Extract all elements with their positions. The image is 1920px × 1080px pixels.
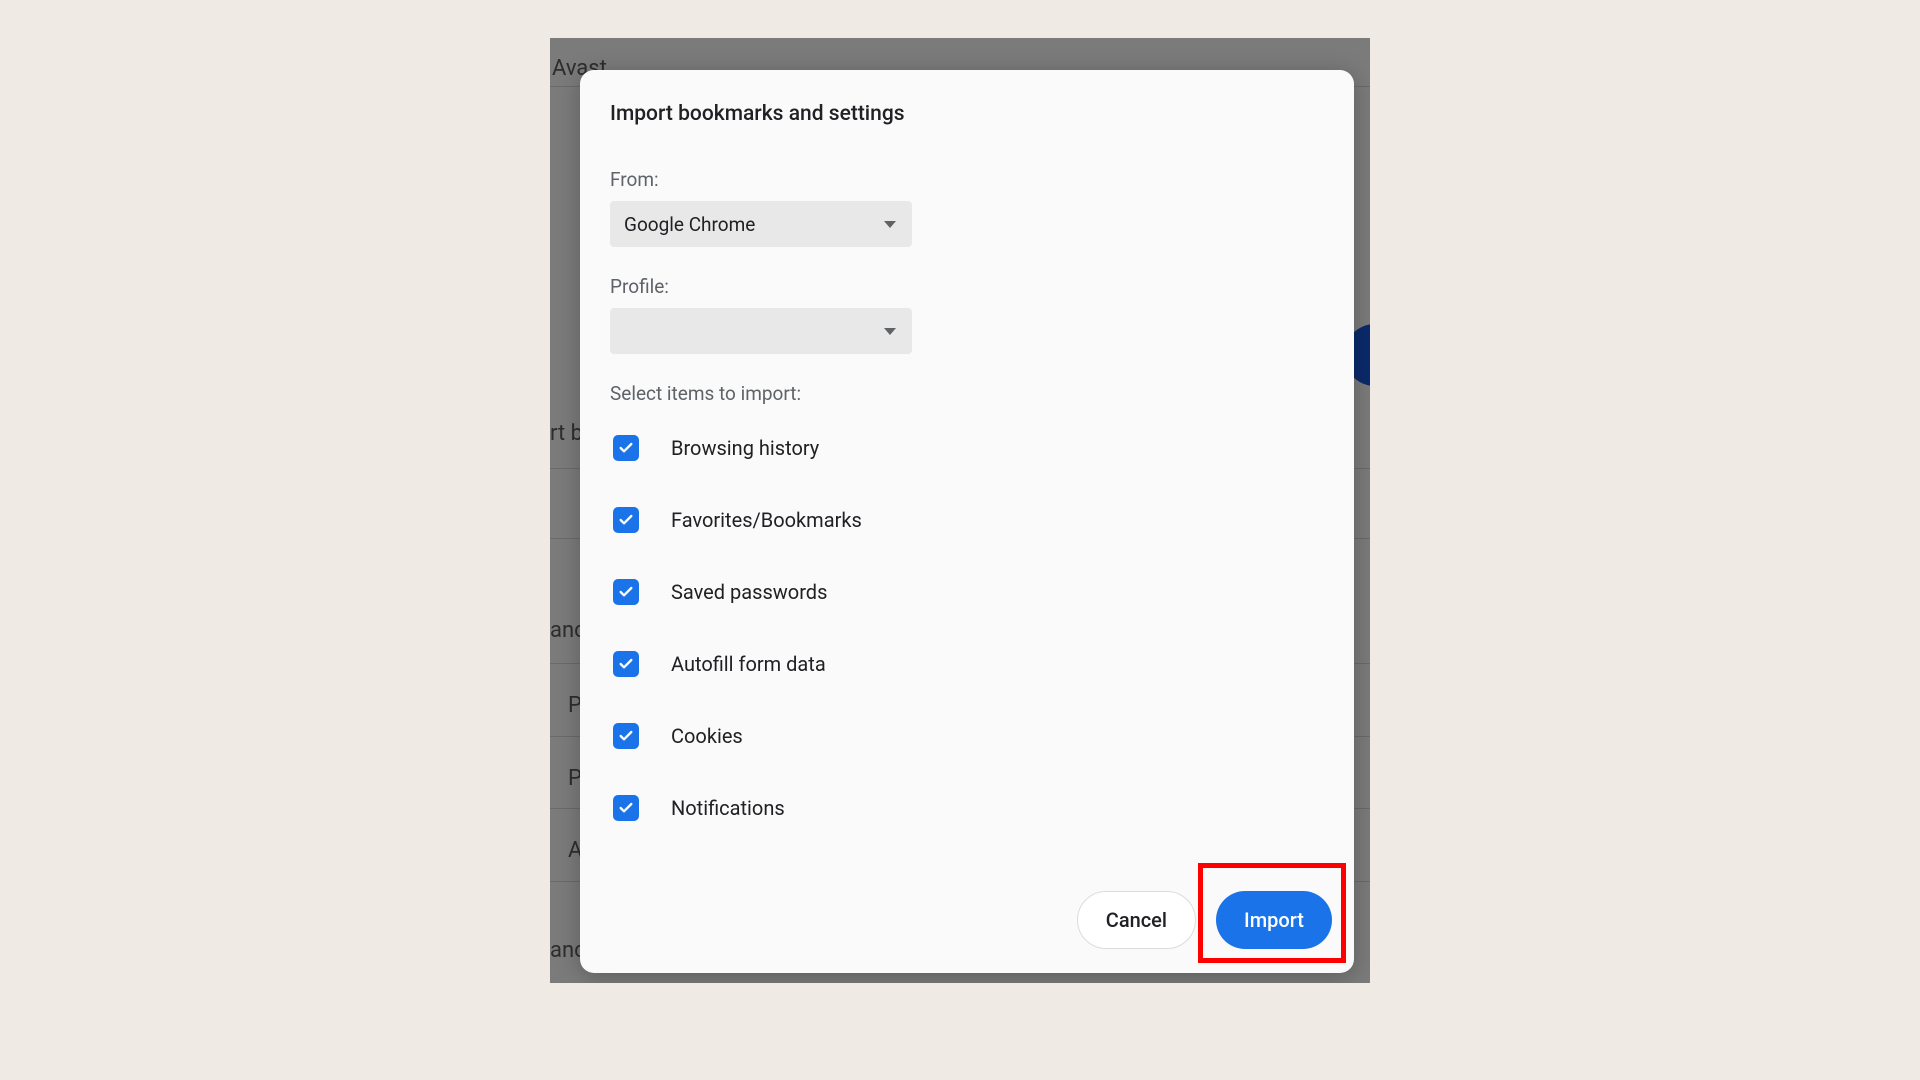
cancel-button[interactable]: Cancel [1077,891,1196,949]
checkbox-label: Notifications [671,796,785,820]
checkbox-label: Favorites/Bookmarks [671,508,862,532]
import-button[interactable]: Import [1216,891,1332,949]
checkbox-notifications[interactable] [613,795,639,821]
checkbox-label: Autofill form data [671,652,826,676]
checkbox-favorites-bookmarks[interactable] [613,507,639,533]
checkbox-saved-passwords[interactable] [613,579,639,605]
checkbox-label: Saved passwords [671,580,827,604]
checkbox-autofill-form-data[interactable] [613,651,639,677]
check-icon [618,800,634,816]
dialog-actions: Cancel Import [1077,891,1332,949]
profile-label: Profile: [610,275,1324,298]
select-items-label: Select items to import: [610,382,1324,405]
from-label: From: [610,168,1324,191]
from-select[interactable]: Google Chrome [610,201,912,247]
checkbox-label: Cookies [671,724,743,748]
import-item-row: Cookies [610,723,1324,749]
checkbox-label: Browsing history [671,436,819,460]
checkbox-browsing-history[interactable] [613,435,639,461]
profile-select[interactable] [610,308,912,354]
import-item-row: Autofill form data [610,651,1324,677]
import-item-row: Saved passwords [610,579,1324,605]
check-icon [618,584,634,600]
checkbox-cookies[interactable] [613,723,639,749]
chevron-down-icon [884,328,896,335]
dialog-title: Import bookmarks and settings [610,102,1324,126]
check-icon [618,512,634,528]
import-item-row: Favorites/Bookmarks [610,507,1324,533]
chevron-down-icon [884,221,896,228]
import-item-row: Notifications [610,795,1324,821]
check-icon [618,728,634,744]
check-icon [618,440,634,456]
check-icon [618,656,634,672]
app-window: Avast rt bo anc Pa Pa Ac anc Import book… [550,38,1370,983]
import-dialog: Import bookmarks and settings From: Goog… [580,70,1354,973]
import-item-row: Browsing history [610,435,1324,461]
from-select-value: Google Chrome [624,213,755,236]
